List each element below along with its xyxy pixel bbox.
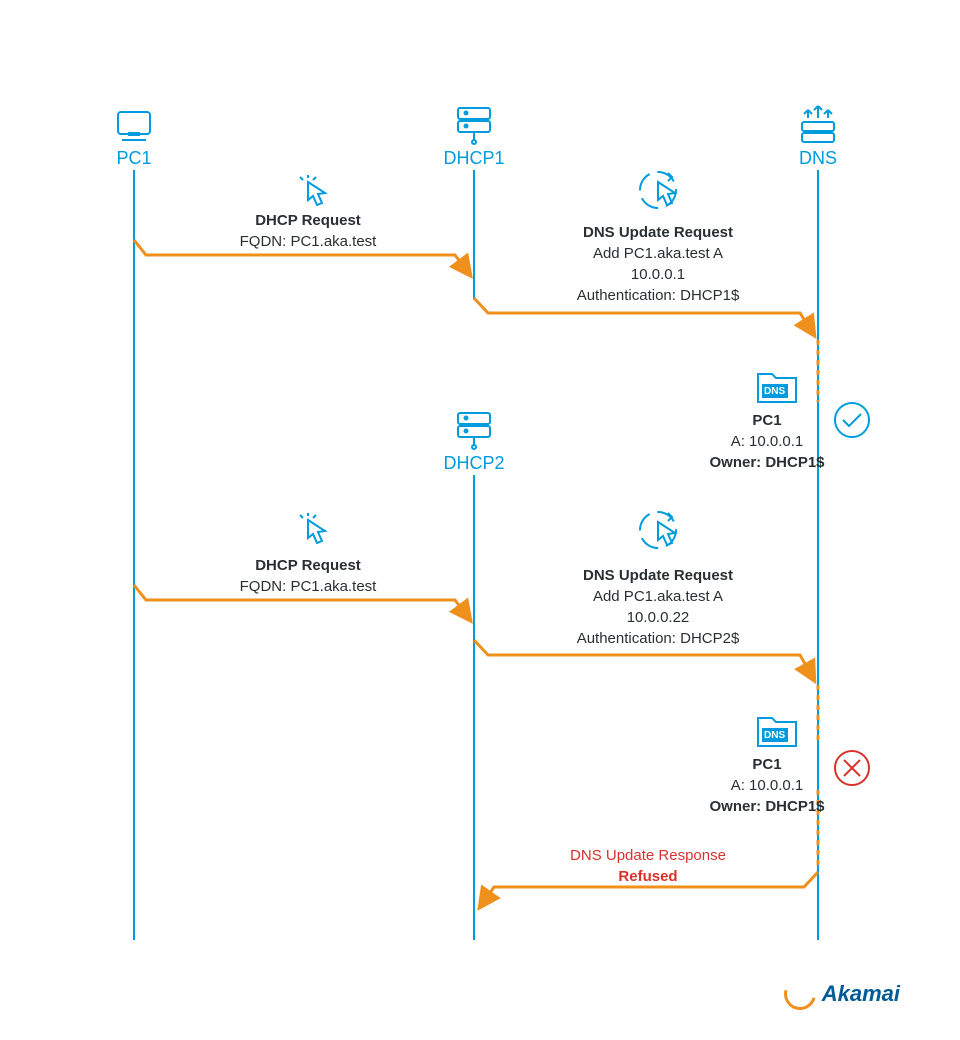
text: DNS Update Request xyxy=(577,222,740,243)
dns-badge-1: DNS xyxy=(764,386,785,397)
text: Authentication: DHCP2$ xyxy=(577,628,740,649)
dns-record-2: PC1 A: 10.0.0.1 Owner: DHCP1$ xyxy=(709,754,824,817)
dns-update-request-2: DNS Update Request Add PC1.aka.test A 10… xyxy=(577,565,740,649)
text: DNS Update Response xyxy=(570,845,726,866)
dhcp2-icon xyxy=(458,413,490,449)
dhcp1-label: DHCP1 xyxy=(443,148,504,169)
dns-update-request-1: DNS Update Request Add PC1.aka.test A 10… xyxy=(577,222,740,306)
pc1-label: PC1 xyxy=(116,148,151,169)
text: FQDN: PC1.aka.test xyxy=(240,576,377,597)
text: PC1 xyxy=(709,410,824,431)
click-circle-icon-2 xyxy=(640,512,676,548)
dns-record-1: PC1 A: 10.0.0.1 Owner: DHCP1$ xyxy=(709,410,824,473)
dhcp-request-1: DHCP Request FQDN: PC1.aka.test xyxy=(240,210,377,252)
dns-update-response: DNS Update Response Refused xyxy=(570,845,726,887)
logo-text: Akamai xyxy=(822,981,900,1007)
text: Authentication: DHCP1$ xyxy=(577,285,740,306)
text: 10.0.0.1 xyxy=(577,264,740,285)
dns-badge-2: DNS xyxy=(764,730,785,741)
text: Refused xyxy=(570,866,726,887)
dns-label: DNS xyxy=(799,148,837,169)
success-icon xyxy=(835,403,869,437)
dhcp2-label: DHCP2 xyxy=(443,453,504,474)
akamai-logo: Akamai xyxy=(784,978,900,1010)
text: A: 10.0.0.1 xyxy=(709,431,824,452)
text: DNS Update Request xyxy=(577,565,740,586)
pc1-icon xyxy=(118,112,150,140)
text: Owner: DHCP1$ xyxy=(709,796,824,817)
text: Owner: DHCP1$ xyxy=(709,452,824,473)
text: DHCP Request xyxy=(240,210,377,231)
akamai-swirl-icon xyxy=(778,972,822,1016)
text: Add PC1.aka.test A xyxy=(577,243,740,264)
dhcp-request-2: DHCP Request FQDN: PC1.aka.test xyxy=(240,555,377,597)
text: 10.0.0.22 xyxy=(577,607,740,628)
click-circle-icon-1 xyxy=(640,172,676,208)
text: A: 10.0.0.1 xyxy=(709,775,824,796)
click-icon-1 xyxy=(300,175,325,205)
click-icon-2 xyxy=(300,513,325,543)
text: PC1 xyxy=(709,754,824,775)
fail-icon xyxy=(835,751,869,785)
text: FQDN: PC1.aka.test xyxy=(240,231,377,252)
text: DHCP Request xyxy=(240,555,377,576)
dhcp1-icon xyxy=(458,108,490,144)
text: Add PC1.aka.test A xyxy=(577,586,740,607)
dns-icon xyxy=(802,106,834,142)
